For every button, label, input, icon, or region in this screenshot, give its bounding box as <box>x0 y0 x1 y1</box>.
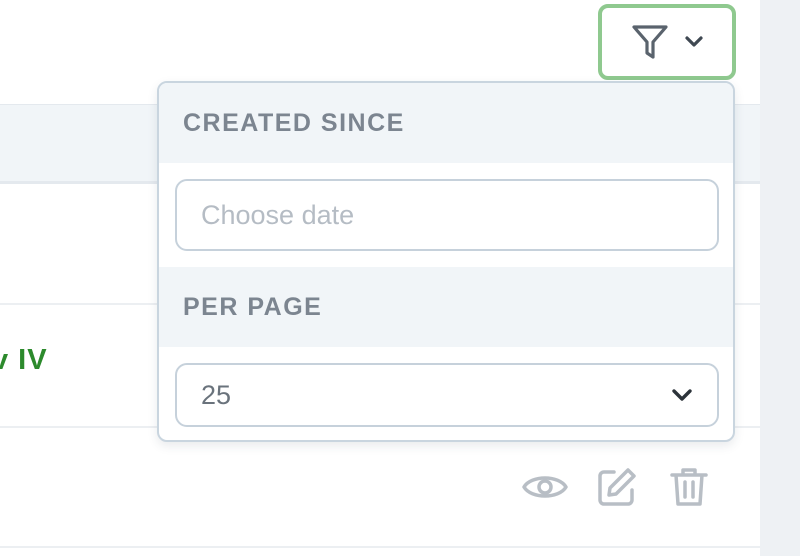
row-divider <box>0 546 760 548</box>
per-page-label: PER PAGE <box>159 267 733 347</box>
page-gutter <box>760 0 800 556</box>
delete-button[interactable] <box>664 462 714 512</box>
row-actions <box>520 462 714 512</box>
edit-button[interactable] <box>592 462 642 512</box>
filter-button[interactable] <box>598 4 736 80</box>
chevron-down-icon <box>672 389 692 401</box>
resource-index-page: v IV CREATED SINCE Choose date PER PAGE … <box>0 0 800 556</box>
created-since-label: CREATED SINCE <box>159 83 733 163</box>
chevron-down-icon <box>685 36 703 47</box>
edit-icon <box>598 468 636 506</box>
per-page-select[interactable]: 25 <box>175 363 719 427</box>
table-row-link[interactable]: v IV <box>0 344 48 377</box>
created-since-date-input[interactable] <box>175 179 719 251</box>
trash-icon <box>670 468 708 506</box>
per-page-selected-value: 25 <box>201 379 232 410</box>
eye-icon <box>522 476 568 498</box>
filter-icon <box>632 25 668 59</box>
filter-dropdown: CREATED SINCE PER PAGE 25 <box>157 81 735 442</box>
view-button[interactable] <box>520 462 570 512</box>
